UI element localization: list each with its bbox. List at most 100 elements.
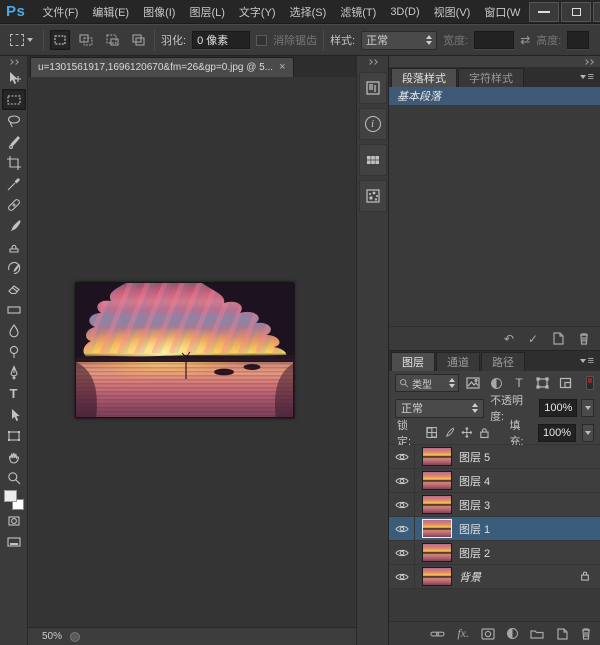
close-button[interactable]: ×	[593, 2, 600, 22]
menu-3d[interactable]: 3D(D)	[383, 6, 426, 18]
collapse-panels-button[interactable]	[389, 56, 600, 67]
brush-presets-panel-button[interactable]	[359, 180, 387, 212]
spot-healing-brush-tool[interactable]	[2, 194, 26, 215]
layer-thumbnail[interactable]	[422, 447, 452, 466]
menu-view[interactable]: 视图(V)	[427, 4, 478, 20]
lasso-tool[interactable]	[2, 110, 26, 131]
menu-select[interactable]: 选择(S)	[283, 4, 334, 20]
layer-thumbnail[interactable]	[422, 471, 452, 490]
layer-row[interactable]: 图层 3	[389, 493, 600, 517]
new-style-icon[interactable]	[552, 332, 564, 345]
color-swatches[interactable]	[3, 490, 25, 510]
style-select[interactable]: 正常	[361, 31, 437, 50]
layer-thumbnail[interactable]	[422, 543, 452, 562]
crop-tool[interactable]	[2, 152, 26, 173]
tab-paths[interactable]: 路径	[481, 352, 525, 371]
tab-character-styles[interactable]: 字符样式	[458, 68, 524, 87]
visibility-toggle[interactable]	[389, 541, 415, 564]
minimize-button[interactable]	[529, 2, 559, 22]
collapse-tools-button[interactable]	[0, 56, 27, 68]
paragraph-styles-panel-button[interactable]	[359, 72, 387, 104]
height-input[interactable]	[567, 31, 589, 49]
menu-edit[interactable]: 编辑(E)	[85, 4, 136, 20]
screen-mode-button[interactable]	[2, 531, 26, 552]
canvas[interactable]	[28, 77, 356, 627]
visibility-toggle[interactable]	[389, 493, 415, 516]
opacity-input[interactable]: 100%	[539, 399, 577, 417]
layer-thumbnail[interactable]	[422, 519, 452, 538]
layer-row-selected[interactable]: 图层 1	[389, 517, 600, 541]
width-input[interactable]	[474, 31, 514, 49]
gradient-tool[interactable]	[2, 299, 26, 320]
filter-adjustment-layers-button[interactable]	[487, 375, 505, 391]
lock-transparency-icon[interactable]	[426, 426, 438, 439]
link-layers-icon[interactable]	[430, 629, 445, 639]
pen-tool[interactable]	[2, 362, 26, 383]
layers-panel-menu-button[interactable]: ≡	[580, 355, 600, 371]
lock-position-icon[interactable]	[461, 426, 473, 439]
new-layer-icon[interactable]	[556, 628, 568, 640]
eraser-tool[interactable]	[2, 278, 26, 299]
foreground-color-swatch[interactable]	[4, 490, 17, 502]
layer-row-background[interactable]: 背景	[389, 565, 600, 589]
fill-input[interactable]: 100%	[538, 424, 576, 442]
eyedropper-tool[interactable]	[2, 173, 26, 194]
quick-selection-tool[interactable]	[2, 131, 26, 152]
swatches-panel-button[interactable]	[359, 144, 387, 176]
rectangle-tool[interactable]	[2, 425, 26, 446]
style-row-basic-paragraph[interactable]: 基本段落	[389, 87, 600, 105]
hand-tool[interactable]	[2, 446, 26, 467]
filter-pixel-layers-button[interactable]	[464, 375, 482, 391]
add-mask-icon[interactable]	[481, 628, 495, 640]
type-tool[interactable]: T	[2, 383, 26, 404]
antialias-checkbox[interactable]	[256, 35, 267, 46]
panel-menu-button[interactable]: ≡	[580, 71, 600, 87]
brush-tool[interactable]	[2, 215, 26, 236]
rectangular-marquee-tool[interactable]	[2, 89, 26, 110]
move-tool[interactable]	[2, 68, 26, 89]
zoom-tool[interactable]	[2, 467, 26, 488]
layer-thumbnail[interactable]	[422, 495, 452, 514]
sunset-photo[interactable]	[75, 282, 294, 418]
blur-tool[interactable]	[2, 320, 26, 341]
tab-layers[interactable]: 图层	[391, 352, 435, 371]
layer-row[interactable]: 图层 2	[389, 541, 600, 565]
visibility-toggle[interactable]	[389, 469, 415, 492]
intersect-selection-button[interactable]	[128, 30, 148, 50]
collapse-dock-button[interactable]	[357, 56, 388, 68]
filter-type-layers-button[interactable]: T	[510, 375, 528, 391]
menu-file[interactable]: 文件(F)	[35, 4, 85, 20]
menu-layer[interactable]: 图层(L)	[182, 4, 231, 20]
filter-shape-layers-button[interactable]	[533, 375, 551, 391]
tab-paragraph-styles[interactable]: 段落样式	[391, 68, 457, 87]
quick-mask-button[interactable]	[2, 510, 26, 531]
info-panel-button[interactable]: i	[359, 108, 387, 140]
menu-window[interactable]: 窗口(W	[477, 4, 527, 20]
delete-layer-icon[interactable]	[580, 627, 592, 640]
feather-input[interactable]: 0 像素	[192, 31, 250, 49]
filter-type-select[interactable]: 类型	[395, 374, 459, 392]
layer-row[interactable]: 图层 4	[389, 469, 600, 493]
dodge-tool[interactable]	[2, 341, 26, 362]
menu-type[interactable]: 文字(Y)	[232, 4, 283, 20]
layer-styles-icon[interactable]: fx.	[457, 626, 469, 641]
clear-override-icon[interactable]: ✓	[528, 332, 538, 346]
delete-style-icon[interactable]	[578, 332, 590, 345]
maximize-button[interactable]	[561, 2, 591, 22]
new-adjustment-layer-icon[interactable]	[507, 628, 518, 639]
clone-stamp-tool[interactable]	[2, 236, 26, 257]
lock-all-icon[interactable]	[479, 426, 490, 439]
close-tab-icon[interactable]: ×	[279, 62, 285, 73]
blend-mode-select[interactable]: 正常	[395, 399, 484, 418]
history-brush-tool[interactable]	[2, 257, 26, 278]
layer-thumbnail[interactable]	[422, 567, 452, 586]
tab-channels[interactable]: 通道	[436, 352, 480, 371]
status-info-icon[interactable]	[70, 632, 80, 642]
visibility-toggle[interactable]	[389, 565, 415, 588]
visibility-toggle[interactable]	[389, 517, 415, 540]
fill-dropdown-button[interactable]	[582, 424, 594, 442]
path-selection-tool[interactable]	[2, 404, 26, 425]
layer-filtering-toggle[interactable]	[586, 376, 594, 390]
lock-image-icon[interactable]	[443, 426, 455, 439]
menu-filter[interactable]: 滤镜(T)	[333, 4, 383, 20]
